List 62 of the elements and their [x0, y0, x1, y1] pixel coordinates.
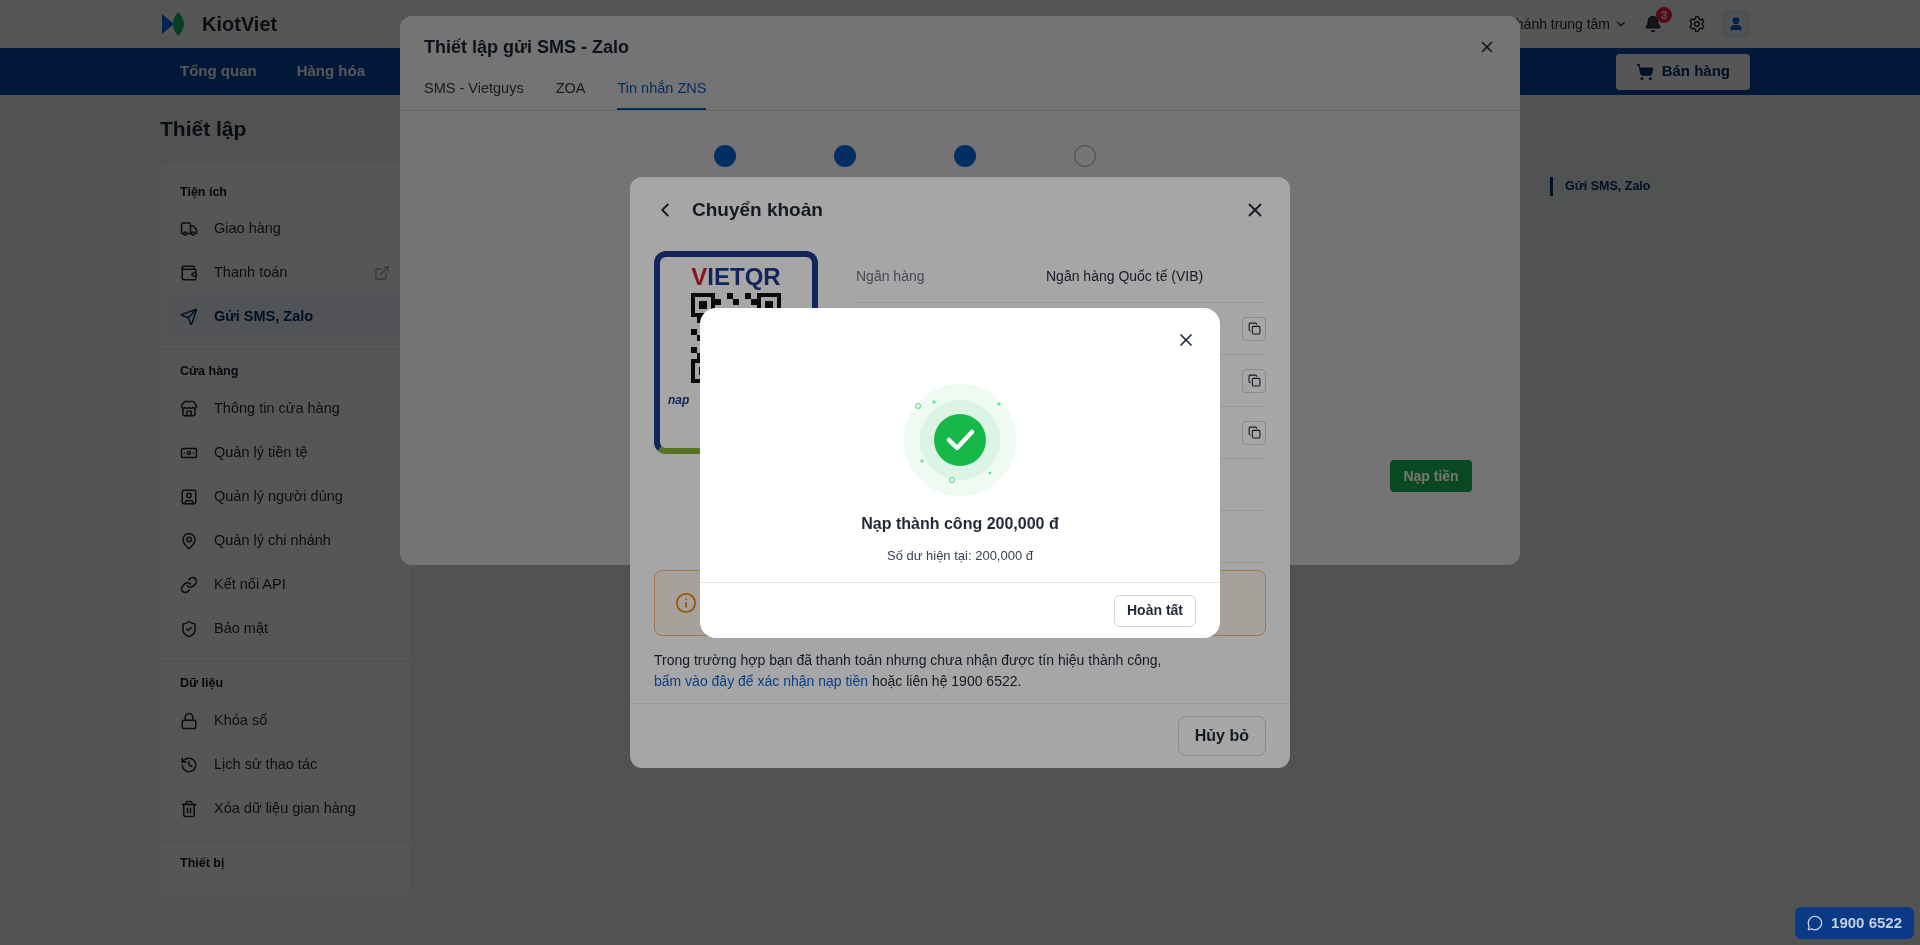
balance-text: Số dư hiện tại: 200,000 đ	[885, 547, 1034, 565]
truck-icon	[180, 220, 198, 239]
confirm-link[interactable]: bấm vào đây để xác nhận nạp tiền	[654, 673, 869, 689]
info-value: Ngân hàng Quốc tế (VIB)	[1046, 267, 1204, 286]
logo-text: KiotViet	[202, 12, 278, 37]
cancel-button[interactable]: Hủy bỏ	[1177, 716, 1266, 756]
store-icon	[180, 400, 198, 418]
cart-icon	[1635, 62, 1654, 81]
sidebar-item[interactable]: Quản lý người dùng	[168, 477, 402, 517]
bell-icon[interactable]	[1644, 15, 1662, 33]
sidebar-item[interactable]: Giao hàng	[168, 209, 402, 250]
done-button[interactable]: Hoàn tất	[1114, 594, 1196, 627]
settings-icon[interactable]	[1688, 15, 1706, 33]
trash-icon	[180, 799, 198, 818]
section-title: Thiết bị	[179, 854, 226, 872]
nav-item[interactable]: Tổng quan	[180, 60, 257, 83]
section-title: Dữ liệu	[179, 675, 225, 692]
nav-item[interactable]: Hàng hóa	[296, 60, 365, 83]
sidebar-item[interactable]: Xóa dữ liệu gian hàng	[168, 788, 402, 829]
tab[interactable]: SMS - Vietguys	[424, 78, 524, 110]
sidebar-item[interactable]: Bảo mật	[168, 609, 402, 649]
success-title: Nạp thành công 200,000 đ	[860, 514, 1060, 534]
history-icon	[180, 755, 198, 774]
wallet-icon	[180, 264, 198, 283]
user-card-icon	[180, 488, 198, 506]
copy-button[interactable]	[1242, 420, 1266, 445]
sidebar-item[interactable]: Kết nối API	[168, 565, 402, 605]
copy-icon	[1247, 322, 1261, 335]
sidebar-item[interactable]: Thông tin cửa hàng	[168, 389, 402, 429]
sidebar-item[interactable]: Quản lý tiền tệ	[168, 433, 402, 473]
sidebar-item[interactable]: Thanh toán	[168, 253, 402, 294]
send-icon	[180, 308, 198, 327]
chat-icon	[1807, 915, 1824, 931]
copy-button[interactable]	[1242, 316, 1266, 341]
hotline-button[interactable]: 1900 6522	[1795, 907, 1914, 939]
outline-item[interactable]: Gửi SMS, Zalo	[1550, 177, 1760, 196]
link-icon	[180, 576, 198, 594]
sidebar-item[interactable]: Khóa sổ	[168, 700, 402, 741]
dialog-title: Thiết lập gửi SMS - Zalo	[424, 35, 630, 59]
qr-brand: VIETQR	[691, 265, 781, 289]
notification-badge: 3	[1656, 7, 1672, 23]
tab[interactable]: ZOA	[555, 78, 586, 110]
sidebar-item[interactable]: Quản lý chi nhánh	[168, 521, 402, 561]
sidebar-item[interactable]: Gửi SMS, Zalo	[168, 297, 402, 338]
dialog-title: Chuyển khoản	[692, 197, 823, 222]
copy-button[interactable]	[1242, 368, 1266, 393]
sell-button[interactable]: Bán hàng	[1615, 53, 1750, 90]
info-icon	[675, 592, 697, 614]
lock-icon	[180, 711, 198, 730]
topup-button[interactable]: Nạp tiền	[1390, 460, 1472, 492]
copy-icon	[1247, 374, 1261, 387]
info-label: Ngân hàng	[856, 267, 926, 286]
qr-footer: nap	[668, 391, 690, 409]
page-title: Thiết lập	[160, 116, 248, 142]
help-text: Trong trường hợp bạn đã thanh toán nhưng chưa nhận được tín hiệu thành công, bấm vào đây để xác nhận nạp tiền hoặc liên hệ 1900 6522.	[654, 651, 1163, 691]
copy-icon	[1247, 426, 1261, 439]
section-title: Cửa hàng	[179, 363, 240, 381]
map-pin-icon	[180, 532, 198, 550]
shield-icon	[180, 620, 198, 638]
tab[interactable]: Tin nhắn ZNS	[617, 78, 707, 110]
section-title: Tiện ích	[179, 183, 228, 201]
sidebar-item[interactable]: Lịch sử thao tác	[168, 744, 402, 785]
